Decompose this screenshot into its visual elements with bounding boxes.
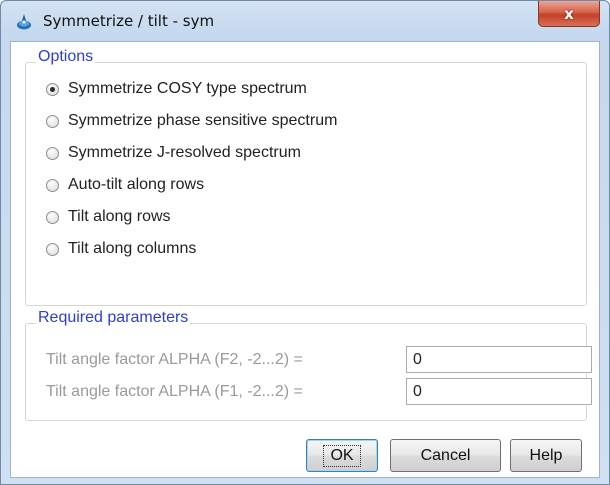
radio-label: Tilt along columns [68, 240, 197, 257]
dialog-content: Options Symmetrize COSY type spectrum Sy… [10, 41, 600, 478]
alpha-f1-input[interactable] [406, 378, 592, 405]
radio-label: Symmetrize COSY type spectrum [68, 80, 307, 97]
window-title: Symmetrize / tilt - sym [43, 12, 215, 30]
cancel-button[interactable]: Cancel [390, 439, 501, 472]
param-label: Tilt angle factor ALPHA (F1, -2...2) = [46, 383, 303, 400]
radio-button[interactable] [46, 178, 59, 192]
radio-button[interactable] [46, 114, 59, 128]
help-button[interactable]: Help [510, 439, 582, 472]
radio-button[interactable] [46, 146, 59, 160]
radio-option-cosy[interactable]: Symmetrize COSY type spectrum [46, 78, 307, 100]
radio-button[interactable] [46, 242, 59, 256]
help-label: Help [529, 446, 563, 464]
param-row-f2: Tilt angle factor ALPHA (F2, -2...2) = [46, 346, 390, 374]
radio-option-tilt-rows[interactable]: Tilt along rows [46, 206, 171, 228]
ok-label: OK [323, 444, 361, 467]
radio-option-phase-sensitive[interactable]: Symmetrize phase sensitive spectrum [46, 110, 337, 132]
radio-label: Auto-tilt along rows [68, 176, 205, 193]
radio-label: Symmetrize J-resolved spectrum [68, 144, 301, 161]
title-bar[interactable]: Symmetrize / tilt - sym x [1, 1, 609, 41]
radio-label: Symmetrize phase sensitive spectrum [68, 112, 338, 129]
radio-button-checked[interactable] [46, 82, 59, 96]
app-icon [17, 14, 31, 30]
options-group: Options Symmetrize COSY type spectrum Sy… [25, 48, 587, 306]
radio-button[interactable] [46, 210, 59, 224]
ok-button[interactable]: OK [306, 439, 378, 472]
options-legend: Options [36, 48, 96, 66]
radio-option-j-resolved[interactable]: Symmetrize J-resolved spectrum [46, 142, 301, 164]
params-legend: Required parameters [36, 309, 191, 327]
param-label: Tilt angle factor ALPHA (F2, -2...2) = [46, 351, 303, 368]
radio-option-tilt-columns[interactable]: Tilt along columns [46, 238, 196, 260]
required-parameters-group: Required parameters Tilt angle factor AL… [25, 309, 592, 421]
radio-label: Tilt along rows [68, 208, 171, 225]
close-button[interactable]: x [538, 1, 600, 27]
alpha-f2-input[interactable] [406, 346, 592, 373]
radio-option-auto-tilt[interactable]: Auto-tilt along rows [46, 174, 204, 196]
param-row-f1: Tilt angle factor ALPHA (F1, -2...2) = [46, 378, 390, 406]
dialog-window: Symmetrize / tilt - sym x Options Symmet… [0, 0, 610, 485]
cancel-label: Cancel [420, 446, 471, 464]
close-icon: x [564, 4, 574, 23]
